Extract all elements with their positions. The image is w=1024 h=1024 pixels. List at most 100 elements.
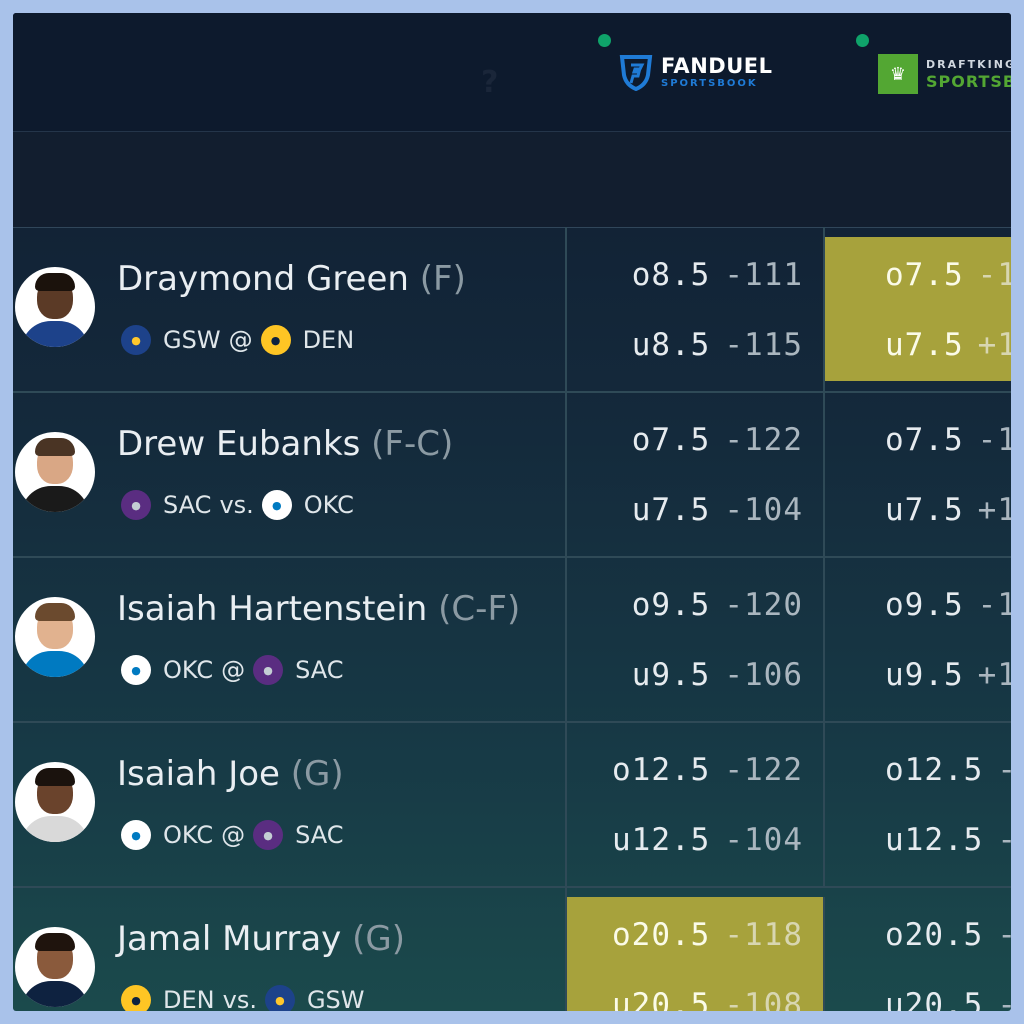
player-name[interactable]: Drew Eubanks (117, 424, 360, 464)
dk-under-odds[interactable]: u9.5 +1 (885, 657, 1011, 693)
filter-bar (13, 132, 1011, 228)
dk-odds-cell[interactable]: o12.5 -1 u12.5 -1 (825, 722, 1011, 886)
fd-under-odds[interactable]: u8.5 -115 (632, 327, 803, 363)
matchup-line: ● OKC @ ● SAC (121, 655, 344, 685)
fd-under-odds[interactable]: u20.5 -108 (612, 987, 803, 1011)
over-price: -1 (997, 917, 1011, 953)
fd-over-odds[interactable]: o7.5 -122 (632, 422, 803, 458)
under-line: u7.5 (631, 492, 711, 528)
fd-under-odds[interactable]: u9.5 -106 (632, 657, 803, 693)
under-line: u20.5 (885, 987, 984, 1011)
dk-under-odds[interactable]: u7.5 +1 (885, 492, 1011, 528)
over-price: -1 (977, 422, 1011, 458)
player-position: (F) (419, 259, 466, 299)
player-name-line[interactable]: Isaiah Hartenstein (C-F) (117, 589, 520, 629)
fanduel-shield-icon (619, 55, 653, 91)
under-price: -115 (724, 327, 803, 363)
fd-over-odds[interactable]: o12.5 -122 (612, 752, 803, 788)
under-price: -104 (724, 492, 803, 528)
fd-over-odds[interactable]: o20.5 -118 (612, 917, 803, 953)
over-line: o9.5 (885, 587, 964, 623)
under-price: -106 (724, 657, 803, 693)
fd-over-odds[interactable]: o9.5 -120 (632, 587, 803, 623)
player-name-line[interactable]: Drew Eubanks (F-C) (117, 424, 453, 464)
team-abbr: OKC (163, 656, 214, 684)
draftkings-sub: SPORTSBO (926, 71, 1011, 91)
team-logo-icon: ● (121, 490, 151, 520)
fd-odds-cell[interactable]: o20.5 -118 u20.5 -108 (567, 897, 825, 1011)
dk-under-odds[interactable]: u12.5 -1 (885, 822, 1011, 858)
over-line: o7.5 (885, 422, 964, 458)
dk-over-odds[interactable]: o12.5 -1 (885, 752, 1011, 788)
player-avatar (15, 267, 95, 347)
fd-odds-cell[interactable]: o7.5 -122 u7.5 -104 (567, 392, 825, 556)
over-line: o7.5 (631, 422, 711, 458)
dk-under-odds[interactable]: u7.5 +1 (885, 327, 1011, 363)
under-line: u12.5 (612, 822, 711, 858)
over-price: -1 (997, 752, 1011, 788)
opponent-logo-icon: ● (253, 820, 284, 850)
opponent-abbr: DEN (302, 326, 355, 354)
over-line: o7.5 (885, 257, 964, 293)
player-name[interactable]: Draymond Green (117, 259, 409, 299)
over-price: -111 (724, 257, 803, 293)
draftkings-name: DRAFTKING (926, 57, 1011, 71)
fd-odds-cell[interactable]: o9.5 -120 u9.5 -106 (567, 557, 825, 721)
player-row[interactable]: Drew Eubanks (F-C) ● SAC vs. ● OKC o7.5 -122 u7.… (13, 392, 1011, 558)
dk-over-odds[interactable]: o7.5 -1 (885, 422, 1011, 458)
under-line: u7.5 (885, 492, 964, 528)
fd-over-odds[interactable]: o8.5 -111 (632, 257, 803, 293)
dk-odds-cell[interactable]: o20.5 -1 u20.5 -1 (825, 887, 1011, 1011)
fanduel-live-indicator (598, 34, 611, 47)
dk-over-odds[interactable]: o20.5 -1 (885, 917, 1011, 953)
fanduel-logo[interactable]: FANDUEL SPORTSBOOK (619, 53, 772, 91)
under-line: u8.5 (631, 327, 711, 363)
matchup-separator: vs. (219, 491, 254, 519)
player-row[interactable]: Jamal Murray (G) ● DEN vs. ● GSW o20.5 -118 u20.… (13, 887, 1011, 1011)
player-cell: Isaiah Hartenstein (C-F) ● OKC @ ● SAC (13, 557, 567, 721)
player-name[interactable]: Isaiah Joe (117, 754, 280, 794)
dk-under-odds[interactable]: u20.5 -1 (885, 987, 1011, 1011)
team-logo-icon: ● (121, 820, 151, 850)
player-row[interactable]: Isaiah Hartenstein (C-F) ● OKC @ ● SAC o9.5 -12… (13, 557, 1011, 723)
sportsbook-header: ? FANDUEL SPORTSBOOK ♛ DRAFTKING SPORTSB… (13, 13, 1011, 132)
dk-crown-icon: ♛ (878, 54, 918, 94)
player-name-line[interactable]: Jamal Murray (G) (117, 919, 405, 959)
dk-odds-cell[interactable]: o7.5 -1 u7.5 +1 (825, 237, 1011, 381)
player-name[interactable]: Isaiah Hartenstein (117, 589, 427, 629)
player-name-line[interactable]: Isaiah Joe (G) (117, 754, 344, 794)
under-line: u12.5 (885, 822, 984, 858)
under-line: u7.5 (885, 327, 964, 363)
dk-odds-cell[interactable]: o9.5 -1 u9.5 +1 (825, 557, 1011, 721)
player-position: (F-C) (371, 424, 454, 464)
opponent-logo-icon: ● (261, 490, 292, 520)
team-abbr: GSW (163, 326, 221, 354)
matchup-line: ● OKC @ ● SAC (121, 820, 344, 850)
dk-over-odds[interactable]: o7.5 -1 (885, 257, 1011, 293)
player-name-line[interactable]: Draymond Green (F) (117, 259, 466, 299)
draftkings-live-indicator (856, 34, 869, 47)
fd-odds-cell[interactable]: o8.5 -111 u8.5 -115 (567, 227, 825, 391)
opponent-logo-icon: ● (253, 655, 284, 685)
over-line: o20.5 (885, 917, 984, 953)
fd-odds-cell[interactable]: o12.5 -122 u12.5 -104 (567, 722, 825, 886)
opponent-abbr: SAC (295, 656, 344, 684)
dk-over-odds[interactable]: o9.5 -1 (885, 587, 1011, 623)
player-avatar (15, 432, 95, 512)
under-price: -1 (997, 987, 1011, 1011)
opponent-abbr: SAC (295, 821, 344, 849)
odds-table-panel: ? FANDUEL SPORTSBOOK ♛ DRAFTKING SPORTSB… (13, 13, 1011, 1011)
fd-under-odds[interactable]: u12.5 -104 (612, 822, 803, 858)
avatar-jersey (21, 816, 89, 842)
player-row[interactable]: Isaiah Joe (G) ● OKC @ ● SAC o12.5 -122 u12.5 -10… (13, 722, 1011, 888)
opponent-abbr: GSW (306, 986, 365, 1011)
over-line: o12.5 (612, 752, 711, 788)
fd-under-odds[interactable]: u7.5 -104 (632, 492, 803, 528)
player-position: (G) (290, 754, 344, 794)
player-name[interactable]: Jamal Murray (117, 919, 341, 959)
player-row[interactable]: Draymond Green (F) ● GSW @ ● DEN o8.5 -111 u8.5-… (13, 227, 1011, 393)
under-line: u9.5 (885, 657, 964, 693)
fanduel-sub: SPORTSBOOK (661, 77, 758, 89)
dk-odds-cell[interactable]: o7.5 -1 u7.5 +1 (825, 392, 1011, 556)
draftkings-logo[interactable]: ♛ DRAFTKING SPORTSBO (878, 54, 1011, 94)
